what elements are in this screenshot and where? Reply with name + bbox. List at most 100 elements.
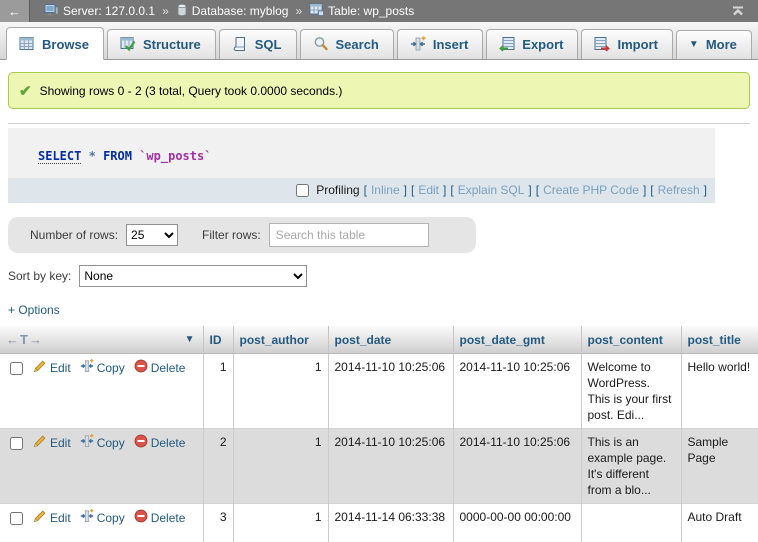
cell-post-date-gmt: 2014-11-10 10:25:06 [453,354,581,429]
profiling-label: Profiling [316,183,359,197]
back-button[interactable]: ← [0,0,30,22]
tab-label: Structure [143,37,201,52]
breadcrumb-bar: ← Server: 127.0.0.1 » Database: myblog » [0,0,758,22]
sql-query-box: SELECT * FROM `wp_posts` [8,128,715,178]
breadcrumb-database-link[interactable]: Database: myblog [192,4,289,18]
explain-sql-link[interactable]: Explain SQL [458,183,525,197]
status-message: ✔ Showing rows 0 - 2 (3 total, Query too… [8,72,750,109]
column-header-id[interactable]: ID [203,326,233,354]
database-icon [176,3,188,20]
table-row: EditCopyDelete212014-11-10 10:25:062014-… [0,429,758,504]
refresh-link[interactable]: Refresh [658,183,700,197]
collapse-console-icon[interactable] [718,5,758,17]
tab-insert[interactable]: Insert [397,29,483,59]
edit-row-link[interactable]: Edit [33,509,71,527]
tab-label: Import [617,37,657,52]
row-checkbox[interactable] [10,437,23,450]
cell-post-content [581,504,681,542]
delete-icon [134,509,148,527]
delete-row-link[interactable]: Delete [134,509,186,527]
breadcrumb-table-link[interactable]: Table: wp_posts [328,4,414,18]
tab-import[interactable]: Import [581,29,672,59]
success-check-icon: ✔ [19,82,32,100]
edit-row-link[interactable]: Edit [33,434,71,452]
cell-post-date: 2014-11-10 10:25:06 [328,429,453,504]
delete-row-link[interactable]: Delete [134,359,186,377]
status-message-text: Showing rows 0 - 2 (3 total, Query took … [40,84,343,98]
tab-sql[interactable]: SQL [219,29,297,59]
cell-id: 1 [203,354,233,429]
tab-label: Browse [42,37,89,52]
cell-id: 3 [203,504,233,542]
cell-post-content: This is an example page. It's different … [581,429,681,504]
create-php-code-link[interactable]: Create PHP Code [543,183,639,197]
pencil-icon [33,509,47,527]
tab-more[interactable]: ▼ More [676,30,752,59]
column-header-post-date[interactable]: post_date [328,326,453,354]
profiling-checkbox[interactable] [296,184,309,197]
column-header-post-author[interactable]: post_author [233,326,328,354]
filter-label: Filter rows: [202,228,261,242]
inline-link[interactable]: Inline [371,183,400,197]
column-header-post-title[interactable]: post_title [681,326,758,354]
row-checkbox[interactable] [10,362,23,375]
row-actions-cell: Edit Copy Delete [0,429,203,504]
copy-icon [80,359,94,377]
server-icon [44,3,59,20]
sort-dropdown-icon[interactable]: ▼ [185,334,195,345]
copy-icon [80,434,94,452]
delete-icon [134,434,148,452]
tab-search[interactable]: Search [300,29,394,59]
cell-post-date: 2014-11-14 06:33:38 [328,504,453,542]
delete-icon [134,359,148,377]
cell-post-title: Auto Draft [681,504,758,542]
cell-post-author: 1 [233,354,328,429]
column-header-post-content[interactable]: post_content [581,326,681,354]
sort-key-select[interactable]: None [79,265,307,287]
transpose-icon[interactable]: ←T→ [6,332,43,347]
pencil-icon [33,434,47,452]
delete-row-link[interactable]: Delete [134,434,186,452]
filter-input[interactable] [269,223,429,247]
rows-control-bar: Number of rows: 25 Filter rows: [8,217,476,253]
tab-label: Insert [433,37,468,52]
sql-star: * [89,149,96,163]
copy-row-link[interactable]: Copy [80,434,125,452]
rows-label: Number of rows: [30,228,118,242]
cell-post-date-gmt: 0000-00-00 00:00:00 [453,504,581,542]
tab-label: More [706,37,737,52]
column-actions-header[interactable]: ←T→ ▼ [0,326,203,354]
options-toggle-link[interactable]: + Options [8,303,60,317]
edit-query-link[interactable]: Edit [418,183,439,197]
tab-structure[interactable]: Structure [107,29,216,59]
sql-keyword-from: FROM [103,149,132,163]
copy-row-link[interactable]: Copy [80,359,125,377]
chevron-down-icon: ▼ [689,39,699,50]
tab-export[interactable]: Export [486,29,578,59]
breadcrumb-separator: » [160,4,171,18]
breadcrumb-separator: » [293,4,304,18]
cell-id: 2 [203,429,233,504]
row-actions-cell: Edit Copy Delete [0,354,203,429]
rows-count-select[interactable]: 25 [126,224,178,246]
tab-browse[interactable]: Browse [6,27,104,60]
cell-post-date: 2014-11-10 10:25:06 [328,354,453,429]
structure-icon [120,36,136,52]
column-header-post-date-gmt[interactable]: post_date_gmt [453,326,581,354]
row-checkbox[interactable] [10,512,23,525]
section-divider [8,123,750,124]
table-row: EditCopyDelete312014-11-14 06:33:380000-… [0,504,758,542]
browse-icon [19,36,35,52]
cell-post-date-gmt: 2014-11-10 10:25:06 [453,429,581,504]
import-icon [594,36,610,52]
table-row: EditCopyDelete112014-11-10 10:25:062014-… [0,354,758,429]
sql-keyword-select: SELECT [38,149,81,164]
breadcrumb: Server: 127.0.0.1 » Database: myblog » T… [30,3,718,20]
cell-post-title: Hello world! [681,354,758,429]
breadcrumb-server-link[interactable]: Server: 127.0.0.1 [63,4,155,18]
copy-row-link[interactable]: Copy [80,509,125,527]
edit-row-link[interactable]: Edit [33,359,71,377]
export-icon [499,36,515,52]
cell-post-content: Welcome to WordPress. This is your first… [581,354,681,429]
insert-icon [410,36,426,52]
